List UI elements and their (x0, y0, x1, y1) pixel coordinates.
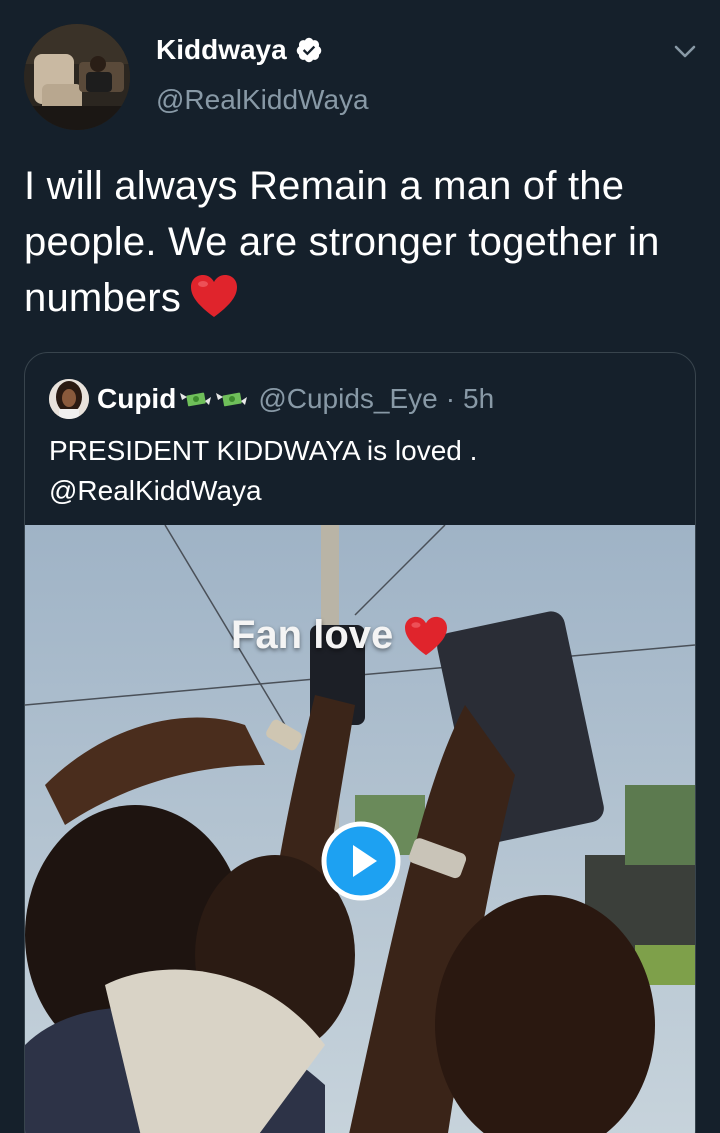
meta-separator: · (445, 383, 456, 414)
quoted-tweet-mention[interactable]: @RealKiddWaya (49, 471, 669, 511)
author-handle[interactable]: @RealKiddWaya (156, 84, 369, 116)
quoted-tweet-video[interactable]: Fan love (25, 525, 695, 1133)
red-heart-emoji (191, 275, 238, 317)
author-name-row[interactable]: Kiddwaya (156, 34, 323, 66)
verified-badge-icon (296, 37, 321, 63)
video-overlay-caption: Fan love (231, 613, 449, 658)
quoted-tweet-text-line1: PRESIDENT KIDDWAYA is loved . (49, 435, 478, 466)
author-display-name[interactable]: Kiddwaya (156, 34, 287, 66)
red-heart-emoji (405, 616, 448, 655)
quoted-tweet-text: PRESIDENT KIDDWAYA is loved . @RealKiddW… (49, 431, 669, 511)
quoted-tweet-header: Cupid @Cupids_Eye · 5h (49, 377, 494, 421)
money-with-wings-emoji (216, 392, 248, 407)
overlay-caption-text: Fan love (231, 613, 394, 657)
play-icon[interactable] (321, 821, 401, 901)
author-avatar[interactable] (24, 24, 130, 130)
money-with-wings-emoji (180, 392, 212, 407)
tweet-text-content: I will always Remain a man of the people… (24, 164, 660, 320)
tweet-text: I will always Remain a man of the people… (24, 158, 696, 326)
chevron-down-icon[interactable] (670, 36, 700, 66)
tweet[interactable]: Kiddwaya @RealKiddWaya I will always Rem… (0, 0, 720, 1133)
quoted-tweet-card[interactable]: Cupid @Cupids_Eye · 5h PRESIDENT KIDDWAY… (24, 352, 696, 1133)
quoted-author-display-name: Cupid (97, 383, 177, 414)
quoted-author-handle: @Cupids_Eye (258, 383, 438, 414)
quoted-tweet-time: 5h (463, 383, 495, 414)
quoted-author-avatar (49, 379, 89, 419)
